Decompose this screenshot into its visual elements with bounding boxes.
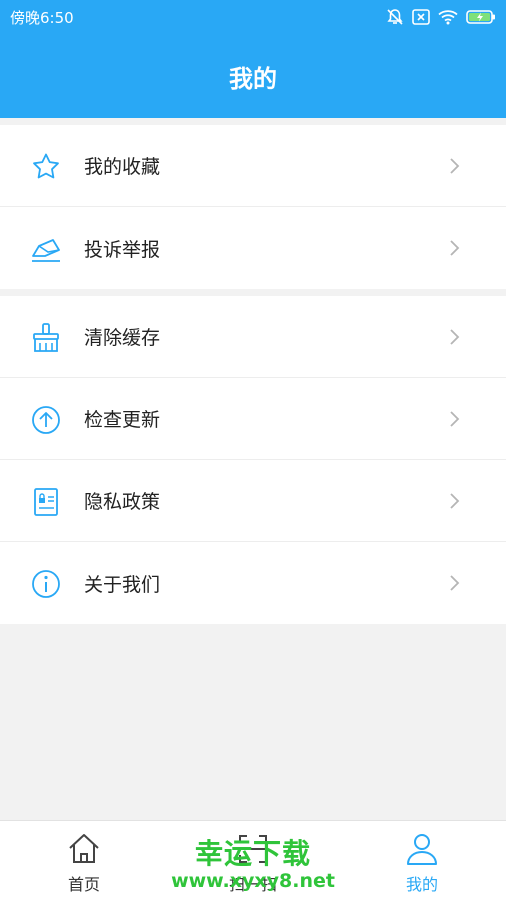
menu-item-label: 关于我们: [84, 573, 161, 596]
status-bar: 傍晚6:50: [0, 0, 506, 34]
watermark-title: 幸运下载: [194, 837, 311, 870]
status-time: 傍晚6:50: [10, 8, 74, 27]
menu-group-1: 我的收藏 投诉举报: [0, 125, 506, 289]
chevron-right-icon: [448, 327, 462, 347]
info-icon: [30, 568, 62, 600]
status-icons: [386, 8, 496, 26]
report-envelope-icon: [30, 233, 62, 265]
menu-item-label: 清除缓存: [84, 327, 161, 349]
menu-item-label: 隐私政策: [84, 491, 161, 513]
mute-icon: [386, 8, 404, 26]
menu-item-privacy-policy[interactable]: 隐私政策: [0, 460, 506, 542]
no-sim-icon: [412, 9, 430, 25]
page-title: 我的: [229, 64, 277, 93]
menu-item-label: 检查更新: [84, 409, 161, 431]
star-icon: [30, 151, 62, 183]
menu-item-label: 投诉举报: [84, 238, 161, 261]
upload-arrow-icon: [30, 404, 62, 436]
menu-item-favorites[interactable]: 我的收藏: [0, 125, 506, 207]
menu-item-label: 我的收藏: [84, 156, 161, 178]
menu-group-2: 清除缓存 检查更新 隐私政策 关于我们: [0, 296, 506, 624]
wifi-icon: [438, 9, 458, 25]
chevron-right-icon: [448, 409, 462, 429]
chevron-right-icon: [448, 491, 462, 511]
privacy-document-icon: [30, 486, 62, 518]
broom-icon: [30, 322, 62, 354]
menu-item-clear-cache[interactable]: 清除缓存: [0, 296, 506, 378]
menu-item-check-update[interactable]: 检查更新: [0, 378, 506, 460]
menu-item-report[interactable]: 投诉举报: [0, 207, 506, 289]
chevron-right-icon: [448, 238, 462, 258]
menu-item-about-us[interactable]: 关于我们: [0, 542, 506, 624]
battery-charging-icon: [466, 9, 496, 25]
chevron-right-icon: [448, 156, 462, 176]
page-header: 我的: [0, 34, 506, 118]
chevron-right-icon: [448, 573, 462, 593]
watermark-url: www.xyxy8.net: [171, 870, 335, 892]
